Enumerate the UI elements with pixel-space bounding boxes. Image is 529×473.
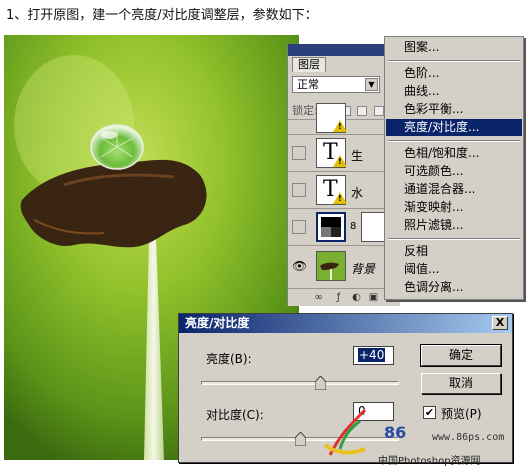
ok-button[interactable]: 确定 (420, 344, 502, 367)
menu-item[interactable]: 阈值... (386, 261, 522, 278)
cancel-button[interactable]: 取消 (421, 373, 501, 394)
text-layer-thumbnail: ! (316, 103, 347, 133)
layer-name: 生 (351, 149, 364, 163)
add-mask-icon[interactable]: ▣ (367, 292, 380, 304)
text-layer-thumbnail: T ! (316, 138, 347, 168)
text-layer-thumbnail: T ! (316, 175, 347, 205)
menu-separator (388, 60, 520, 62)
layers-panel: 图层 正常 ▼ 锁定: ! T ! 生 T ! 水 8 👁 背景 ∞ ƒ ◐ ▣ (287, 44, 400, 306)
site-logo (323, 408, 367, 456)
menu-separator (388, 238, 520, 240)
watermark-url: www.86ps.com (432, 432, 505, 443)
lock-move-icon[interactable] (357, 106, 368, 116)
dialog-title[interactable]: 亮度/对比度 (179, 314, 512, 333)
preview-checkbox[interactable]: ✔ (423, 406, 436, 419)
brightness-slider-thumb[interactable] (314, 376, 326, 390)
menu-item[interactable]: 通道混合器... (386, 181, 522, 198)
menu-item[interactable]: 亮度/对比度... (386, 119, 522, 136)
warning-icon: ! (333, 192, 347, 204)
brightness-label: 亮度(B): (206, 352, 252, 366)
menu-separator (388, 140, 520, 142)
layer-style-icon[interactable]: ƒ (332, 292, 345, 304)
layer-name: 背景 (351, 262, 376, 276)
watermark-site: 中国Photoshop资源网 (378, 456, 481, 467)
tab-layers[interactable]: 图层 (292, 57, 326, 72)
eye-icon[interactable]: 👁 (292, 259, 307, 273)
brightness-input[interactable]: +40 (353, 346, 394, 365)
image-layer-thumbnail (316, 251, 346, 281)
brightness-value: +40 (358, 348, 386, 362)
lock-label: 锁定: (292, 104, 318, 117)
visibility-toggle[interactable] (292, 146, 306, 160)
watermark-brand: 86 (384, 423, 407, 442)
brightness-slider-track[interactable] (201, 381, 399, 385)
menu-item[interactable]: 色阶... (386, 65, 522, 82)
blend-mode-value: 正常 (297, 78, 319, 91)
adjustment-layer-menu: 图案... 色阶... 曲线... 色彩平衡... 亮度/对比度... 色相/饱和度...… (384, 36, 524, 300)
close-icon[interactable]: X (492, 316, 508, 330)
menu-item[interactable]: 照片滤镜... (386, 217, 522, 234)
menu-item[interactable]: 色调分离... (386, 279, 522, 296)
chain-link-icon: 8 (350, 221, 357, 232)
warning-icon: ! (333, 155, 347, 167)
menu-item[interactable]: 曲线... (386, 83, 522, 100)
warning-icon: ! (333, 120, 347, 132)
contrast-label: 对比度(C): (206, 408, 264, 422)
menu-item[interactable]: 反相 (386, 243, 522, 260)
blend-mode-select[interactable]: 正常 ▼ (292, 76, 380, 93)
menu-item[interactable]: 色相/饱和度... (386, 145, 522, 162)
layers-panel-titlebar[interactable] (288, 44, 399, 56)
tutorial-caption: 1、打开原图，建一个亮度/对比度调整层，参数如下： (6, 8, 318, 23)
lock-all-icon[interactable] (373, 106, 384, 116)
menu-item[interactable]: 渐变映射... (386, 199, 522, 216)
visibility-toggle[interactable] (292, 183, 306, 197)
link-layers-icon[interactable]: ∞ (312, 292, 325, 304)
menu-item[interactable]: 图案... (386, 39, 522, 56)
preview-label: 预览(P) (441, 407, 482, 421)
adjustment-layer-icon (316, 212, 346, 242)
visibility-toggle[interactable] (292, 220, 306, 234)
layer-name: 水 (351, 186, 364, 200)
menu-item[interactable]: 色彩平衡... (386, 101, 522, 118)
chevron-down-icon[interactable]: ▼ (365, 78, 378, 91)
contrast-slider-thumb[interactable] (295, 432, 306, 446)
menu-item[interactable]: 可选颜色... (386, 163, 522, 180)
new-adjustment-layer-icon[interactable]: ◐ (350, 292, 363, 304)
